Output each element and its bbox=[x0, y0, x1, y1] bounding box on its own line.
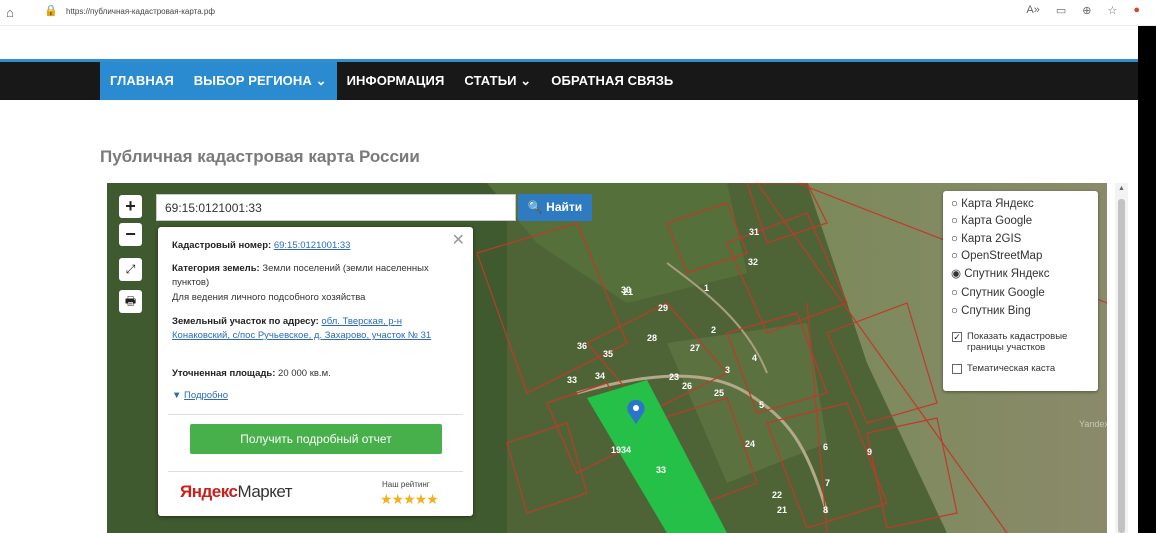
rating-label: Наш рейтинг bbox=[382, 480, 430, 489]
search-icon: 🔍 bbox=[527, 200, 543, 214]
svg-text:21: 21 bbox=[777, 505, 787, 515]
page-scrollbar[interactable]: ▲ bbox=[1115, 183, 1128, 533]
svg-text:7: 7 bbox=[825, 478, 830, 488]
svg-text:33: 33 bbox=[656, 465, 666, 475]
browser-toolbar: A» ▭ ⊕ ☆ ● bbox=[1026, 4, 1140, 17]
svg-text:32: 32 bbox=[748, 257, 758, 267]
cad-number-link[interactable]: 69:15:0121001:33 bbox=[274, 240, 351, 251]
divider bbox=[168, 414, 463, 415]
parcel-info-popup: ✕ Кадастровый номер: 69:15:0121001:33 Ка… bbox=[158, 227, 473, 516]
more-link[interactable]: ▼ Подробно bbox=[172, 389, 462, 403]
radio-checked-icon: ◉ bbox=[951, 268, 962, 280]
svg-text:24: 24 bbox=[745, 439, 755, 449]
layer-option[interactable]: ○ Спутник Google bbox=[951, 286, 1045, 300]
area-row: Уточненная площадь: 20 000 кв.м. bbox=[172, 367, 462, 381]
layer-option[interactable]: ○ Карта 2GIS bbox=[951, 232, 1021, 246]
checkbox-icon bbox=[952, 364, 962, 374]
checkbox-checked-icon: ✓ bbox=[952, 332, 962, 342]
scroll-up-icon[interactable]: ▲ bbox=[1118, 185, 1125, 192]
print-icon[interactable]: 🖶 bbox=[119, 290, 142, 313]
radio-icon: ○ bbox=[951, 305, 958, 317]
home-icon[interactable]: ⌂ bbox=[6, 5, 14, 20]
svg-text:3: 3 bbox=[725, 365, 730, 375]
svg-text:8: 8 bbox=[823, 505, 828, 515]
svg-text:33: 33 bbox=[567, 375, 577, 385]
svg-text:22: 22 bbox=[772, 490, 782, 500]
nav-item-info[interactable]: ИНФОРМАЦИЯ bbox=[337, 62, 455, 100]
divider bbox=[168, 471, 463, 472]
layer-option[interactable]: ○ Карта Яндекс bbox=[951, 197, 1034, 211]
radio-icon: ○ bbox=[951, 215, 958, 227]
svg-text:29: 29 bbox=[658, 303, 668, 313]
layer-option[interactable]: ○ OpenStreetMap bbox=[951, 249, 1042, 263]
svg-text:25: 25 bbox=[714, 388, 724, 398]
url-field[interactable]: https://публичная-кадастровая-карта.рф bbox=[66, 7, 215, 16]
map-watermark: Yandex bbox=[1079, 419, 1107, 429]
svg-text:26: 26 bbox=[682, 381, 692, 391]
area-value: 20 000 кв.м. bbox=[278, 368, 331, 379]
browser-address-bar: ⌂ 🔒 https://публичная-кадастровая-карта.… bbox=[0, 0, 1156, 26]
page-title: Публичная кадастровая карта России bbox=[100, 147, 420, 166]
svg-text:6: 6 bbox=[823, 442, 828, 452]
cad-number-row: Кадастровый номер: 69:15:0121001:33 bbox=[172, 239, 462, 253]
address-label: Земельный участок по адресу: bbox=[172, 316, 319, 327]
svg-text:5: 5 bbox=[759, 400, 764, 410]
thematic-map-checkbox[interactable]: Тематическая каста bbox=[952, 363, 1055, 374]
svg-text:23: 23 bbox=[669, 372, 679, 382]
layer-option[interactable]: ○ Спутник Bing bbox=[951, 304, 1031, 318]
nav-item-feedback[interactable]: ОБРАТНАЯ СВЯЗЬ bbox=[541, 62, 683, 100]
fullscreen-icon[interactable]: ⤢ bbox=[119, 258, 142, 281]
main-nav: ГЛАВНАЯ ВЫБОР РЕГИОНА ⌄ ИНФОРМАЦИЯ СТАТЬ… bbox=[0, 59, 1156, 100]
immersive-reader-icon[interactable]: ▭ bbox=[1056, 4, 1066, 17]
cadastral-map[interactable]: 31 32 1 29 30 2 28 27 4 3 26 25 5 23 24 … bbox=[107, 183, 1107, 533]
svg-text:9: 9 bbox=[867, 447, 872, 457]
nav-item-home[interactable]: ГЛАВНАЯ bbox=[100, 62, 184, 100]
svg-text:27: 27 bbox=[690, 343, 700, 353]
lock-icon: 🔒 bbox=[44, 5, 58, 17]
more-link-label: Подробно bbox=[184, 390, 229, 401]
extension-icon[interactable]: ● bbox=[1133, 4, 1140, 17]
scrollbar-thumb[interactable] bbox=[1118, 199, 1125, 533]
zoom-in-button[interactable]: + bbox=[119, 195, 142, 218]
favorites-icon[interactable]: ☆ bbox=[1107, 4, 1117, 17]
window-edge bbox=[1138, 26, 1156, 533]
area-label: Уточненная площадь: bbox=[172, 368, 276, 379]
yandex-market-logo[interactable]: ЯндексМаркет bbox=[180, 482, 293, 502]
category-label: Категория земель: bbox=[172, 263, 260, 274]
svg-text:35: 35 bbox=[603, 349, 613, 359]
svg-text:28: 28 bbox=[647, 333, 657, 343]
get-report-button[interactable]: Получить подробный отчет bbox=[190, 424, 442, 454]
nav-item-articles[interactable]: СТАТЬИ ⌄ bbox=[454, 62, 541, 100]
svg-text:31: 31 bbox=[749, 227, 759, 237]
zoom-icon[interactable]: ⊕ bbox=[1082, 4, 1091, 17]
radio-icon: ○ bbox=[951, 250, 958, 262]
svg-text:1: 1 bbox=[704, 283, 709, 293]
svg-text:34: 34 bbox=[595, 371, 605, 381]
radio-icon: ○ bbox=[951, 198, 958, 210]
cadastral-search-input[interactable] bbox=[156, 194, 516, 221]
nav-item-region[interactable]: ВЫБОР РЕГИОНА ⌄ bbox=[183, 62, 337, 100]
rating-stars: ★★★★★ bbox=[380, 491, 439, 507]
layer-option-selected[interactable]: ◉ Спутник Яндекс bbox=[951, 267, 1049, 281]
svg-text:21: 21 bbox=[623, 287, 633, 297]
address-row: Земельный участок по адресу: обл. Тверск… bbox=[172, 315, 462, 343]
svg-text:2: 2 bbox=[711, 325, 716, 335]
svg-text:36: 36 bbox=[577, 341, 587, 351]
svg-text:1934: 1934 bbox=[611, 445, 631, 455]
caret-down-icon: ▼ bbox=[172, 390, 182, 401]
radio-icon: ○ bbox=[951, 233, 958, 245]
cad-number-label: Кадастровый номер: bbox=[172, 240, 272, 251]
layer-option[interactable]: ○ Карта Google bbox=[951, 214, 1032, 228]
category-row: Категория земель: Земли поселений (земли… bbox=[172, 262, 462, 290]
cadastral-borders-checkbox[interactable]: ✓ Показать кадастровые границы участков bbox=[952, 331, 1085, 353]
radio-icon: ○ bbox=[951, 287, 958, 299]
zoom-out-button[interactable]: − bbox=[119, 223, 142, 246]
svg-text:4: 4 bbox=[752, 353, 757, 363]
search-button[interactable]: 🔍 Найти bbox=[518, 194, 592, 221]
read-aloud-icon[interactable]: A» bbox=[1026, 4, 1039, 17]
map-layers-panel: ○ Карта Яндекс ○ Карта Google ○ Карта 2G… bbox=[943, 191, 1098, 391]
search-button-label: Найти bbox=[546, 200, 583, 214]
usage-text: Для ведения личного подсобного хозяйства bbox=[172, 292, 366, 303]
